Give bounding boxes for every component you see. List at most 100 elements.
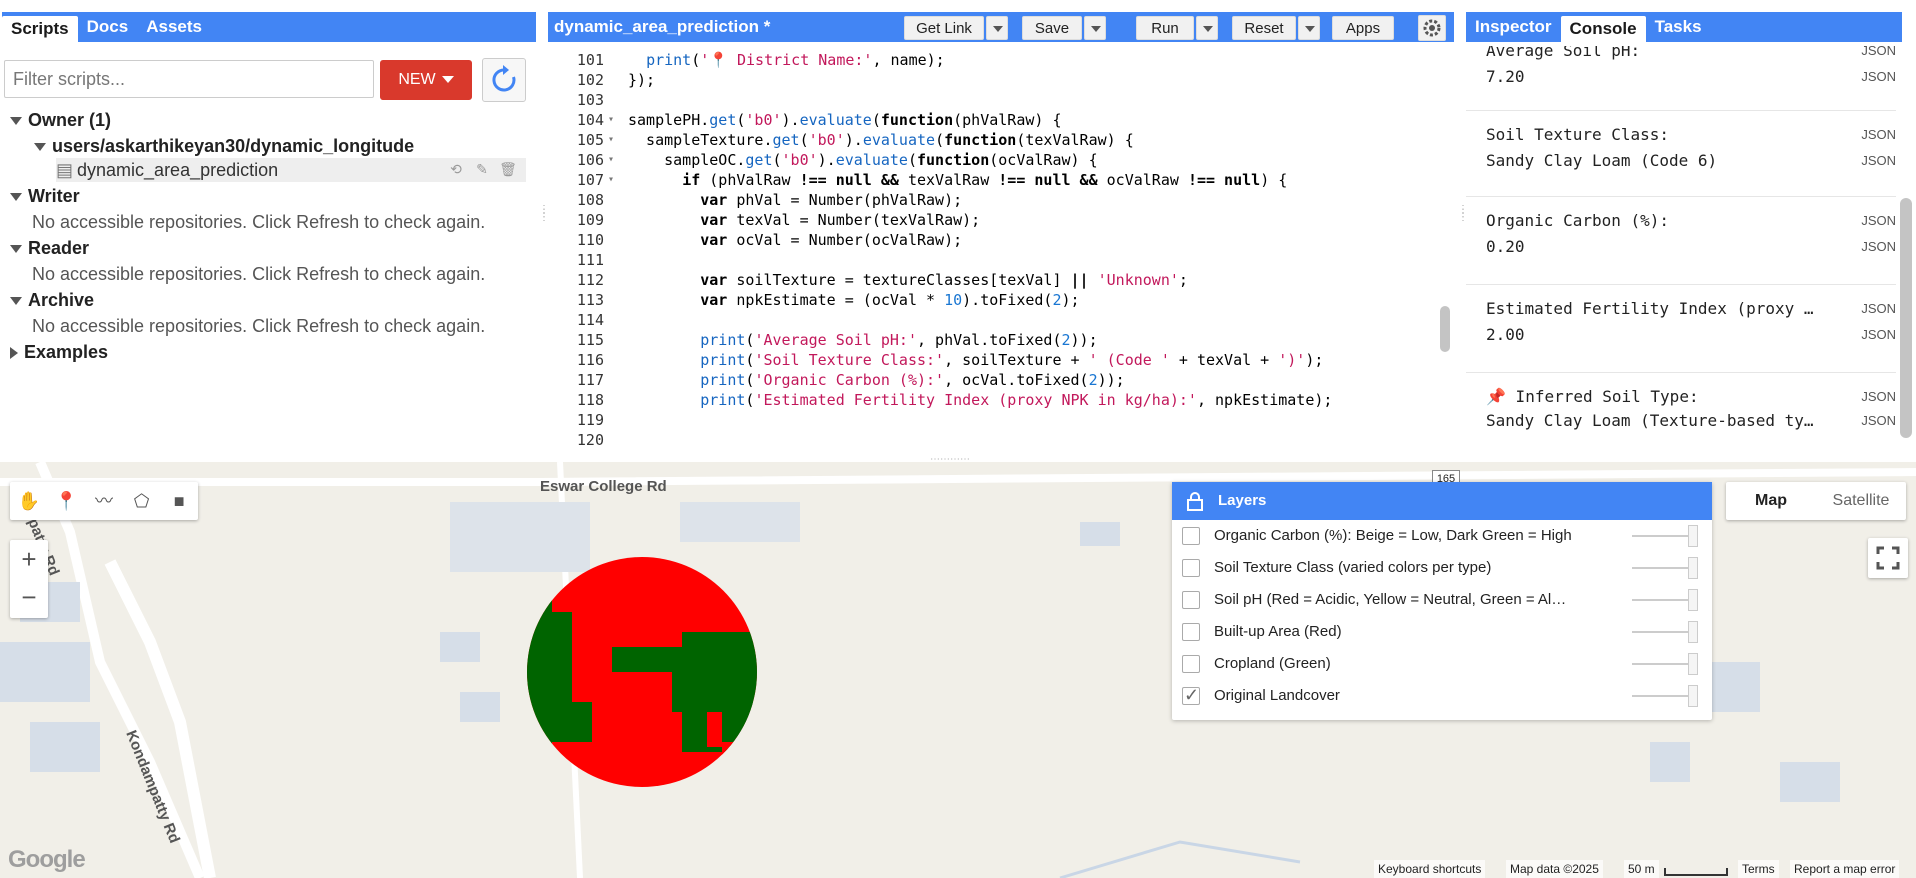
tab-assets[interactable]: Assets bbox=[137, 12, 211, 42]
tree-reader[interactable]: Reader bbox=[10, 236, 89, 260]
refresh-icon bbox=[492, 65, 516, 92]
tree-archive[interactable]: Archive bbox=[10, 288, 94, 312]
json-toggle[interactable]: JSON bbox=[1861, 210, 1896, 232]
line-number: 117 bbox=[576, 371, 604, 389]
refresh-button[interactable] bbox=[482, 58, 526, 102]
layer-checkbox[interactable] bbox=[1182, 559, 1200, 577]
expand-icon bbox=[10, 193, 22, 202]
run-dropdown[interactable] bbox=[1196, 16, 1218, 40]
json-toggle[interactable]: JSON bbox=[1861, 410, 1896, 432]
json-toggle[interactable]: JSON bbox=[1861, 66, 1896, 88]
save-dropdown[interactable] bbox=[1084, 16, 1106, 40]
rectangle-icon[interactable]: ■ bbox=[160, 482, 198, 520]
map-type-satellite[interactable]: Satellite bbox=[1816, 482, 1906, 520]
opacity-slider[interactable] bbox=[1632, 695, 1692, 697]
filter-scripts-input[interactable] bbox=[4, 60, 374, 98]
tree-owner[interactable]: Owner (1) bbox=[10, 108, 111, 132]
fullscreen-button[interactable] bbox=[1868, 538, 1908, 578]
line-number: 113 bbox=[576, 291, 604, 309]
code-text: var npkEstimate = (ocVal * 10).toFixed(2… bbox=[700, 291, 1080, 309]
tree-examples[interactable]: Examples bbox=[10, 340, 108, 364]
marker-icon[interactable]: 📍 bbox=[48, 482, 86, 520]
zoom-out-button[interactable]: − bbox=[10, 578, 48, 616]
polygon-icon[interactable]: ⬠ bbox=[123, 482, 161, 520]
layers-panel: Layers Organic Carbon (%): Beige = Low, … bbox=[1172, 482, 1712, 720]
opacity-slider[interactable] bbox=[1632, 663, 1692, 665]
code-text: print('Organic Carbon (%):', ocVal.toFix… bbox=[700, 371, 1125, 389]
json-toggle[interactable]: JSON bbox=[1861, 236, 1896, 258]
line-icon[interactable]: 〰 bbox=[85, 482, 123, 520]
json-toggle[interactable]: JSON bbox=[1861, 298, 1896, 320]
opacity-slider-knob[interactable] bbox=[1688, 557, 1698, 579]
line-number: 104 bbox=[576, 111, 604, 129]
code-area[interactable]: 101 print('📍 District Name:', name); 102… bbox=[548, 50, 1454, 446]
fold-icon[interactable]: ▾ bbox=[608, 170, 616, 190]
tab-docs[interactable]: Docs bbox=[78, 12, 138, 42]
opacity-slider-knob[interactable] bbox=[1688, 685, 1698, 707]
layers-header[interactable]: Layers bbox=[1172, 482, 1712, 520]
console-scrollbar[interactable] bbox=[1900, 198, 1912, 438]
opacity-slider[interactable] bbox=[1632, 535, 1692, 537]
caret-down-icon bbox=[441, 76, 454, 84]
lock-icon[interactable] bbox=[1184, 490, 1206, 512]
json-toggle[interactable]: JSON bbox=[1861, 386, 1896, 408]
line-number: 111 bbox=[576, 251, 604, 269]
report-error-link[interactable]: Report a map error bbox=[1790, 860, 1900, 878]
tab-scripts[interactable]: Scripts bbox=[2, 16, 78, 42]
layer-checkbox[interactable] bbox=[1182, 685, 1200, 706]
layer-row: Built-up Area (Red) bbox=[1172, 616, 1712, 648]
keyboard-shortcuts-link[interactable]: Keyboard shortcuts bbox=[1374, 860, 1486, 878]
reset-button[interactable]: Reset bbox=[1232, 16, 1296, 40]
left-tabbar: Scripts Docs Assets bbox=[2, 12, 536, 42]
reset-dropdown[interactable] bbox=[1298, 16, 1320, 40]
settings-button[interactable] bbox=[1418, 15, 1446, 41]
layer-checkbox[interactable] bbox=[1182, 623, 1200, 641]
writer-message: No accessible repositories. Click Refres… bbox=[32, 212, 486, 232]
layer-row: Soil pH (Red = Acidic, Yellow = Neutral,… bbox=[1172, 584, 1712, 616]
file-actions: ⟲ ✎ 🗑 bbox=[446, 159, 518, 179]
tree-writer-label: Writer bbox=[28, 186, 80, 206]
get-link-dropdown[interactable] bbox=[986, 16, 1008, 40]
tree-repo-label: users/askarthikeyan30/dynamic_longitude bbox=[52, 136, 415, 156]
layer-checkbox[interactable] bbox=[1182, 655, 1200, 673]
layer-checkbox[interactable] bbox=[1182, 527, 1200, 545]
opacity-slider[interactable] bbox=[1632, 599, 1692, 601]
delete-icon[interactable]: 🗑 bbox=[498, 159, 518, 179]
history-icon[interactable]: ⟲ bbox=[446, 159, 466, 179]
console-entry: Estimated Fertility Index (proxy … JSON … bbox=[1466, 284, 1896, 373]
vertical-scrollbar[interactable] bbox=[1440, 306, 1450, 352]
get-link-button[interactable]: Get Link bbox=[904, 16, 984, 40]
console-value: Sandy Clay Loam (Code 6) bbox=[1486, 151, 1718, 170]
tab-inspector[interactable]: Inspector bbox=[1466, 12, 1561, 42]
opacity-slider[interactable] bbox=[1632, 631, 1692, 633]
zoom-in-button[interactable]: + bbox=[10, 540, 48, 578]
tab-tasks[interactable]: Tasks bbox=[1646, 12, 1711, 42]
apps-button[interactable]: Apps bbox=[1332, 16, 1394, 40]
tree-examples-label: Examples bbox=[24, 342, 109, 362]
fold-icon[interactable]: ▾ bbox=[608, 130, 616, 150]
json-toggle[interactable]: JSON bbox=[1861, 324, 1896, 346]
tree-file[interactable]: ▤ dynamic_area_prediction ⟲ ✎ 🗑 bbox=[56, 158, 526, 182]
map-type-map[interactable]: Map bbox=[1726, 482, 1816, 520]
fold-icon[interactable]: ▾ bbox=[608, 150, 616, 170]
tree-writer[interactable]: Writer bbox=[10, 184, 80, 208]
tab-console[interactable]: Console bbox=[1560, 16, 1646, 42]
opacity-slider-knob[interactable] bbox=[1688, 525, 1698, 547]
tree-repo[interactable]: users/askarthikeyan30/dynamic_longitude bbox=[34, 134, 414, 158]
opacity-slider-knob[interactable] bbox=[1688, 621, 1698, 643]
opacity-slider-knob[interactable] bbox=[1688, 589, 1698, 611]
terms-link[interactable]: Terms bbox=[1738, 860, 1779, 878]
edit-icon[interactable]: ✎ bbox=[472, 159, 492, 179]
run-button[interactable]: Run bbox=[1136, 16, 1194, 40]
fold-icon[interactable]: ▾ bbox=[608, 110, 616, 130]
layer-checkbox[interactable] bbox=[1182, 591, 1200, 609]
json-toggle[interactable]: JSON bbox=[1861, 46, 1896, 62]
code-text: samplePH.get('b0').evaluate(function(phV… bbox=[628, 111, 1062, 129]
json-toggle[interactable]: JSON bbox=[1861, 124, 1896, 146]
opacity-slider-knob[interactable] bbox=[1688, 653, 1698, 675]
pan-hand-icon[interactable]: ✋ bbox=[10, 482, 48, 520]
save-button[interactable]: Save bbox=[1022, 16, 1082, 40]
opacity-slider[interactable] bbox=[1632, 567, 1692, 569]
json-toggle[interactable]: JSON bbox=[1861, 150, 1896, 172]
new-button[interactable]: NEW bbox=[380, 60, 472, 100]
